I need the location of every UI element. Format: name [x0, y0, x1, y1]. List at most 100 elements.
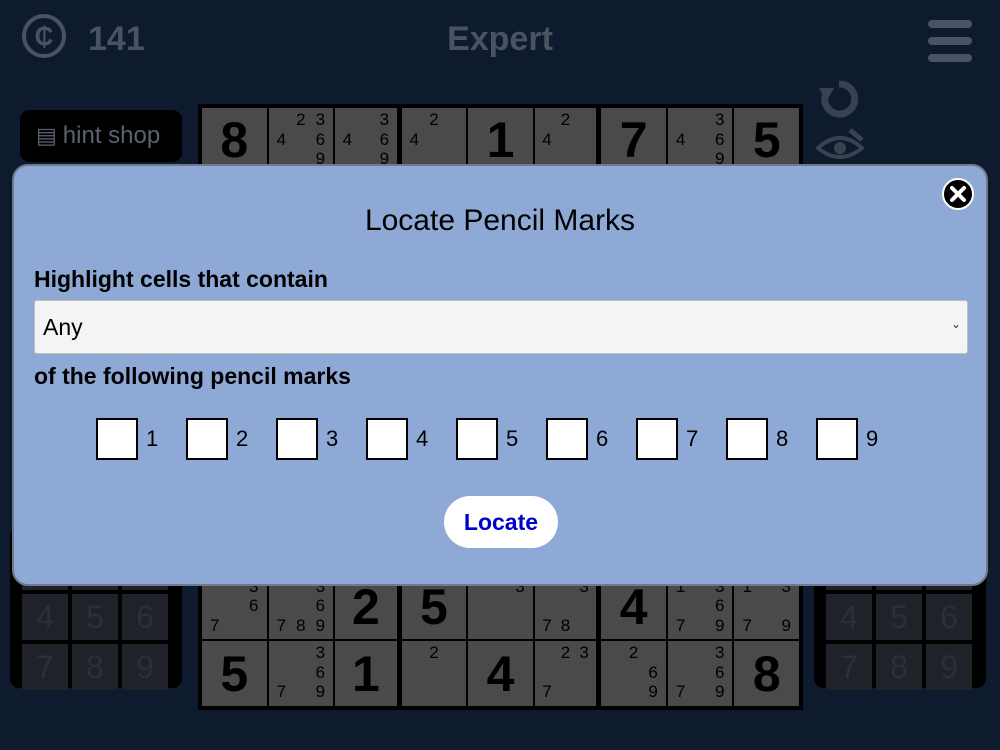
pencil-mark: 4 [276, 129, 287, 149]
pencil-mark: 7 [742, 615, 752, 635]
pencil-mark: 3 [315, 643, 326, 663]
locate-button[interactable]: Locate [444, 496, 558, 548]
pencil-mark: 8 [296, 615, 306, 635]
undo-icon[interactable] [818, 78, 860, 120]
pencil-mark [405, 664, 425, 684]
pad-key[interactable]: 9 [122, 644, 168, 690]
match-mode-select[interactable]: Any ⌄ [34, 300, 968, 354]
pencil-mark: 6 [714, 596, 725, 616]
hint-shop-button[interactable]: ▤ hint shop [20, 110, 182, 162]
digit-checkbox[interactable] [726, 418, 768, 460]
pencil-mark: 7 [675, 682, 686, 702]
pencil-mark [424, 683, 444, 703]
digit-checkboxes: 1 2 3 4 5 6 7 8 9 [96, 418, 906, 460]
grid-cell[interactable]: 36 7 9 [667, 641, 733, 706]
grid-cell[interactable]: 36 7 9 [268, 641, 334, 706]
pencil-mark [575, 683, 594, 703]
pad-key[interactable]: 5 [876, 594, 922, 640]
match-mode-value: Any [43, 313, 83, 340]
pencil-mark: 4 [409, 129, 420, 149]
pencil-mark [510, 597, 530, 617]
pencil-marks: 23469 [272, 111, 331, 170]
digit-checkbox[interactable] [96, 418, 138, 460]
pad-key[interactable]: 5 [72, 594, 118, 640]
pencil-mark: 3 [579, 643, 589, 663]
pencil-mark: 4 [542, 129, 552, 149]
grid-cell[interactable]: 24 [401, 108, 467, 173]
grid-cell[interactable]: 24 [534, 108, 600, 173]
pencil-mark: 7 [542, 682, 552, 702]
digit-checkbox[interactable] [546, 418, 588, 460]
grid-cell[interactable]: 269 [601, 641, 666, 706]
grid-cell[interactable]: 23469 [268, 108, 334, 173]
pad-key[interactable]: 8 [72, 644, 118, 690]
grid-cell[interactable]: 1 [335, 641, 400, 706]
pencil-mark [575, 664, 594, 684]
pencil-mark [690, 131, 710, 151]
digit-checkbox[interactable] [186, 418, 228, 460]
given-digit: 5 [420, 578, 448, 635]
pad-key[interactable]: 6 [122, 594, 168, 640]
grid-cell[interactable]: 3469 [335, 108, 400, 173]
pad-key[interactable]: 7 [22, 644, 68, 690]
digit-checkbox[interactable] [456, 418, 498, 460]
hamburger-menu-icon[interactable] [928, 20, 972, 62]
pencil-mark [538, 111, 557, 131]
pad-key[interactable]: 6 [926, 594, 972, 640]
grid-cell[interactable]: 4 [468, 641, 533, 706]
digit-checkbox[interactable] [276, 418, 318, 460]
pencil-marks: 269 [604, 644, 663, 703]
pencil-mark [690, 664, 710, 684]
given-digit: 4 [486, 645, 515, 702]
grid-cell[interactable]: 8 [202, 108, 267, 173]
pad-key[interactable]: 4 [22, 594, 68, 640]
digit-label: 8 [776, 426, 789, 451]
pencil-marks: 36 7 9 [272, 644, 331, 703]
pencil-mark [556, 683, 575, 703]
grid-cell[interactable]: 2 [401, 641, 467, 706]
given-digit: 1 [486, 112, 515, 169]
pencil-mark [776, 597, 796, 617]
pad-key[interactable]: 8 [876, 644, 922, 690]
pencil-mark [405, 683, 425, 703]
pad-key[interactable]: 4 [826, 594, 872, 640]
pad-key[interactable]: 7 [826, 644, 872, 690]
grid-cell[interactable]: 3469 [667, 108, 733, 173]
grid-cell[interactable]: 8 [734, 641, 799, 706]
pad-key[interactable]: 9 [926, 644, 972, 690]
digit-option: 1 [96, 418, 186, 460]
pencil-mark: 2 [296, 110, 306, 129]
digit-checkbox[interactable] [816, 418, 858, 460]
grid-cell[interactable]: 5 [202, 641, 267, 706]
pencil-mark [444, 131, 464, 151]
grid-cell[interactable]: 5 [734, 108, 799, 173]
digit-option: 3 [276, 418, 366, 460]
digit-checkbox[interactable] [636, 418, 678, 460]
chevron-down-icon: ⌄ [950, 317, 961, 331]
pencil-mark: 9 [714, 615, 725, 635]
pencil-mark [757, 597, 777, 617]
pencil-mark: 2 [429, 110, 439, 129]
pencil-mark: 6 [315, 662, 326, 682]
pencil-mark [556, 597, 575, 617]
pencil-mark: 9 [315, 615, 326, 635]
pencil-mark: 8 [560, 615, 571, 635]
given-digit: 4 [619, 578, 648, 635]
grid-cell[interactable]: 23 7 [534, 641, 600, 706]
pencil-marks: 24 [405, 111, 464, 170]
digit-option: 5 [456, 418, 546, 460]
grid-cell[interactable]: 1 [468, 108, 533, 173]
digit-option: 9 [816, 418, 906, 460]
pencil-mark [690, 683, 710, 703]
pencil-mark [575, 597, 594, 617]
pencil-mark [272, 644, 292, 664]
given-digit: 7 [619, 112, 648, 169]
pencil-mark [671, 644, 691, 664]
digit-checkbox[interactable] [366, 418, 408, 460]
reveal-eye-icon[interactable] [816, 128, 864, 164]
pencil-mark [604, 644, 624, 664]
digit-label: 1 [146, 426, 159, 451]
dialog-title: Locate Pencil Marks [364, 204, 636, 237]
grid-cell[interactable]: 7 [601, 108, 666, 173]
pencil-mark [690, 644, 710, 664]
